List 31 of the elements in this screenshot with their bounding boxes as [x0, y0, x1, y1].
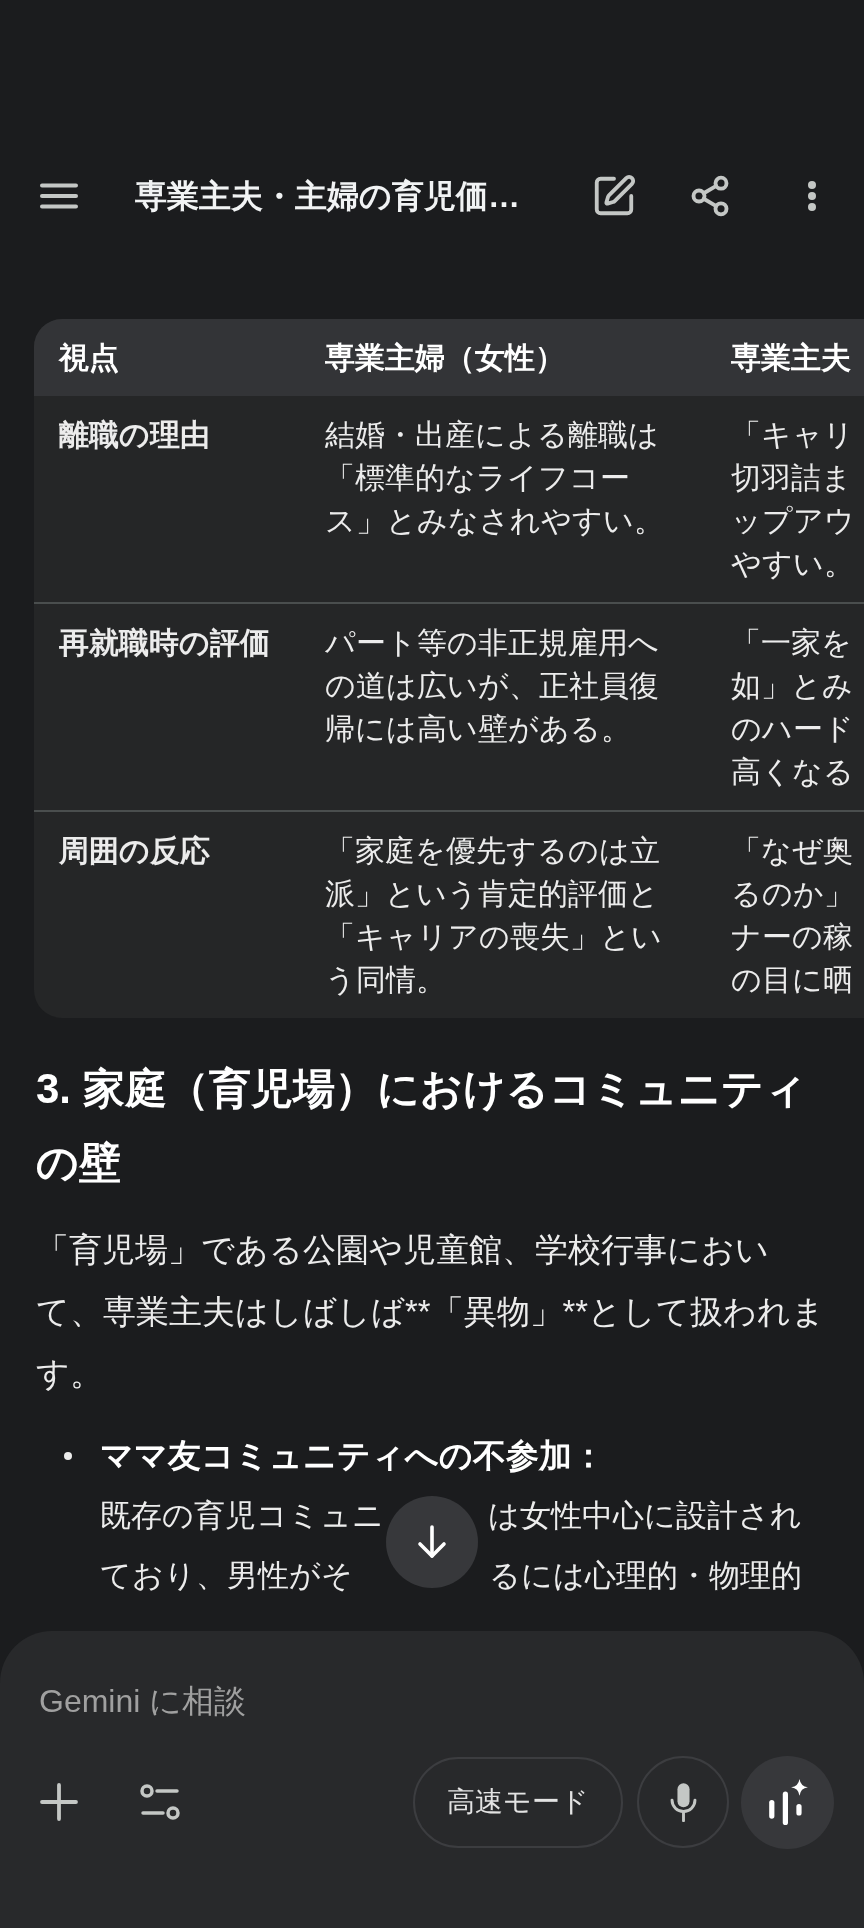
chat-title: 専業主夫・主婦の育児価… [135, 177, 520, 216]
table-cell-text: 「なぜ奥 るのか」 ナーの稼 の目に晒 [731, 833, 855, 998]
list-item-text: ており、男性がそ [100, 1557, 353, 1595]
column-header: 専業主婦（女性） [325, 341, 565, 374]
bullet-icon [64, 1452, 72, 1460]
menu-icon [40, 183, 78, 209]
plus-icon [40, 1783, 78, 1821]
list-item-text: るには心理的・物理的 [489, 1557, 802, 1595]
table-cell-text: 結婚・出産による離職は「標準的なライフコース」とみなされやすい。 [325, 417, 665, 539]
table-cell-text: 「一家を 如」とみ のハード 高くなる [731, 625, 855, 790]
section-heading: 3. 家庭（育児場）におけるコミュニティの壁 [36, 1064, 808, 1188]
table-cell-text: 周囲の反応 [59, 833, 211, 869]
arrow-down-icon [417, 1525, 447, 1559]
microphone-icon [668, 1782, 698, 1822]
message-input[interactable]: Gemini に相談 [39, 1681, 819, 1721]
list-item-title: ママ友コミュニティへの不参加： [100, 1437, 605, 1476]
body-paragraph: 「育児場」である公園や児童館、学校行事において、専業主夫はしばしば**「異物」**として扱われます。 [36, 1230, 827, 1394]
table-cell-text: 「家庭を優先するのは立派」という肯定的評価と「キャリアの喪失」という同情。 [325, 833, 663, 998]
table-cell-text: パート等の非正規雇用への道は広いが、正社員復帰には高い壁がある。 [325, 625, 660, 747]
list-item-text: 既存の育児コミュニ [100, 1497, 384, 1535]
mode-button[interactable]: 高速モード [413, 1756, 623, 1848]
sliders-icon [140, 1784, 180, 1820]
sparkle-bars-icon [766, 1779, 809, 1825]
table-cell-text: 「キャリ 切羽詰ま ップアウ やすい。 [731, 417, 856, 582]
table-cell-text: 離職の理由 [59, 417, 211, 453]
table-cell-text: 再就職時の評価 [59, 625, 271, 661]
list-item-text: は女性中心に設計され [488, 1497, 802, 1535]
more-options-icon [808, 181, 816, 211]
column-header: 専業主夫 [731, 341, 851, 374]
column-header: 視点 [59, 341, 119, 374]
microphone-button[interactable] [637, 1756, 729, 1848]
